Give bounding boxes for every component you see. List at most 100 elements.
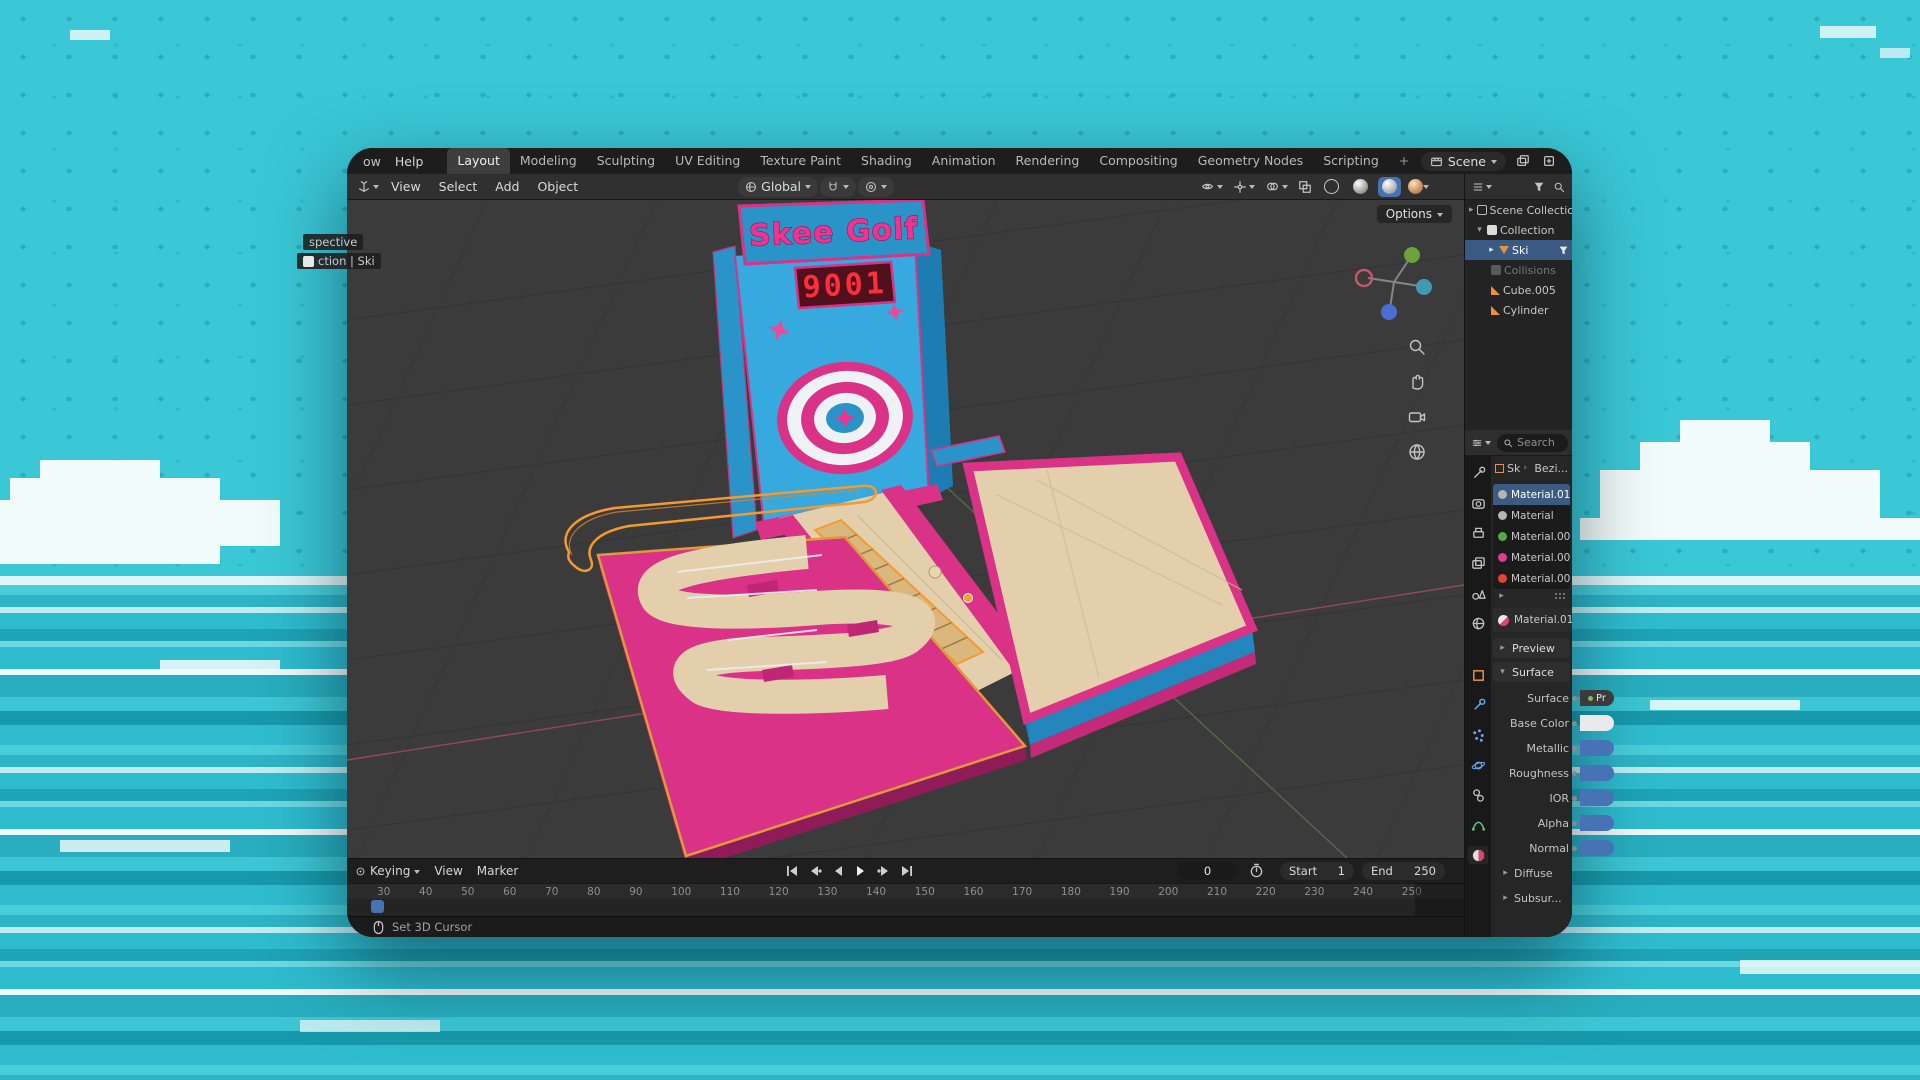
expand-icon[interactable]: ▸ [1497, 591, 1506, 601]
search-icon[interactable] [1551, 180, 1567, 194]
tab-object[interactable] [1468, 666, 1488, 684]
slider[interactable] [1580, 815, 1614, 831]
funnel-icon[interactable] [1558, 245, 1569, 256]
add-workspace-button[interactable]: + [1389, 148, 1419, 174]
tab-particles[interactable] [1468, 726, 1488, 744]
tab-view-layer[interactable] [1468, 554, 1488, 572]
toggle-perspective-tool[interactable] [1406, 441, 1428, 463]
normal-value-fragment[interactable] [1572, 840, 1614, 856]
camera-view-tool[interactable] [1406, 406, 1428, 428]
checkbox-icon[interactable] [1487, 225, 1497, 235]
filter-funnel-icon[interactable] [1531, 180, 1547, 194]
timeline-track[interactable] [347, 899, 1464, 916]
tab-render[interactable] [1468, 494, 1488, 512]
field-normal[interactable]: Normal [1491, 838, 1572, 858]
field-roughness[interactable]: Roughness [1491, 763, 1572, 783]
timeline-view-menu[interactable]: View [434, 864, 462, 878]
animate-dot-icon[interactable] [1572, 821, 1577, 826]
animate-dot-icon[interactable] [1572, 771, 1577, 776]
field-ior[interactable]: IOR [1491, 788, 1572, 808]
animate-dot-icon[interactable] [1572, 721, 1577, 726]
pan-hand-tool[interactable] [1406, 371, 1428, 393]
material-slot[interactable]: Material.004 [1493, 547, 1570, 568]
marker-menu[interactable]: Marker [477, 864, 518, 878]
surface-panel-header[interactable]: ▾ Surface [1493, 662, 1570, 682]
properties-editor-icon[interactable] [1469, 436, 1493, 450]
properties-search[interactable]: Search [1497, 434, 1568, 452]
tab-tool[interactable] [1468, 464, 1488, 482]
keying-menu[interactable]: Keying [355, 864, 420, 878]
material-slot[interactable]: Material.003 [1493, 526, 1570, 547]
scene-selector[interactable]: Scene [1421, 152, 1506, 171]
tab-shading[interactable]: Shading [851, 148, 922, 174]
playhead[interactable] [371, 900, 384, 913]
snapping-button[interactable] [820, 177, 856, 197]
color-swatch[interactable] [1580, 715, 1614, 731]
display-mode-dropdown[interactable] [1470, 180, 1494, 194]
outliner-row-collection[interactable]: ▾ Collection [1465, 220, 1572, 240]
animate-dot-icon[interactable] [1572, 846, 1577, 851]
tab-modeling[interactable]: Modeling [510, 148, 587, 174]
tab-world[interactable] [1468, 614, 1488, 632]
tab-uv-editing[interactable]: UV Editing [665, 148, 750, 174]
view-layer-icon[interactable] [1514, 153, 1532, 169]
overlays-dropdown[interactable] [1263, 179, 1290, 194]
outliner-row-collisions[interactable]: Collisions [1465, 260, 1572, 280]
prev-keyframe-button[interactable] [805, 861, 825, 880]
field-surface[interactable]: Surface [1491, 688, 1572, 708]
breadcrumb[interactable]: Sk › Bezi... [1491, 456, 1572, 480]
view-menu[interactable]: View [383, 177, 429, 196]
next-keyframe-button[interactable] [874, 861, 894, 880]
options-button[interactable]: Options [1377, 205, 1452, 223]
slider[interactable] [1580, 765, 1614, 781]
tab-constraints[interactable] [1468, 786, 1488, 804]
slider[interactable] [1580, 740, 1614, 756]
proportional-editing-button[interactable] [858, 177, 894, 197]
subpanel-diffuse[interactable]: ▸ Diffuse [1491, 863, 1572, 883]
tab-sculpting[interactable]: Sculpting [587, 148, 665, 174]
tab-animation[interactable]: Animation [922, 148, 1006, 174]
tab-compositing[interactable]: Compositing [1089, 148, 1187, 174]
alpha-slider-fragment[interactable] [1572, 815, 1614, 831]
editor-type-button[interactable] [355, 179, 381, 195]
metallic-slider-fragment[interactable] [1572, 740, 1614, 756]
zoom-tool[interactable] [1406, 336, 1428, 358]
tab-object-data[interactable] [1468, 816, 1488, 834]
tab-output[interactable] [1468, 524, 1488, 542]
tab-modifiers[interactable] [1468, 696, 1488, 714]
jump-to-start-button[interactable] [782, 861, 802, 880]
field-metallic[interactable]: Metallic [1491, 738, 1572, 758]
ior-slider-fragment[interactable] [1572, 790, 1614, 806]
animate-dot-icon[interactable] [1572, 696, 1577, 701]
tab-scene[interactable] [1468, 584, 1488, 602]
field-alpha[interactable]: Alpha [1491, 813, 1572, 833]
tab-geometry-nodes[interactable]: Geometry Nodes [1188, 148, 1313, 174]
slider[interactable] [1580, 840, 1614, 856]
navigation-gizmo[interactable] [1350, 238, 1438, 326]
outliner-row-cylinder[interactable]: Cylinder [1465, 300, 1572, 320]
tab-rendering[interactable]: Rendering [1006, 148, 1090, 174]
current-frame-field[interactable]: 0 [1178, 862, 1237, 880]
surface-value-fragment[interactable]: Pr [1572, 690, 1614, 706]
subpanel-subsurface[interactable]: ▸ Subsur... [1491, 888, 1572, 908]
shading-material-button[interactable] [1378, 177, 1401, 197]
window-menu-fragment[interactable]: ow [357, 154, 387, 169]
select-menu[interactable]: Select [431, 177, 486, 196]
auto-keying-toggle[interactable] [1249, 863, 1264, 878]
add-menu[interactable]: Add [487, 177, 527, 196]
outliner-row-ski[interactable]: ▸ Ski [1465, 240, 1572, 260]
new-layer-icon[interactable] [1540, 153, 1558, 169]
animate-dot-icon[interactable] [1572, 796, 1577, 801]
shading-wireframe-button[interactable] [1320, 177, 1343, 197]
shading-solid-button[interactable] [1349, 177, 1372, 197]
object-menu[interactable]: Object [529, 177, 586, 196]
shading-rendered-button[interactable] [1407, 177, 1430, 197]
base-color-swatch-fragment[interactable] [1572, 715, 1614, 731]
outliner-row-scene-collection[interactable]: ▸ Scene Collection [1465, 200, 1572, 220]
material-browser[interactable]: Material.011 [1493, 608, 1572, 632]
material-slot[interactable]: Material [1493, 505, 1570, 526]
frame-start-field[interactable]: Start1 [1280, 862, 1354, 880]
slider[interactable] [1580, 790, 1614, 806]
material-slot[interactable]: Material.006 [1493, 568, 1570, 589]
roughness-slider-fragment[interactable] [1572, 765, 1614, 781]
